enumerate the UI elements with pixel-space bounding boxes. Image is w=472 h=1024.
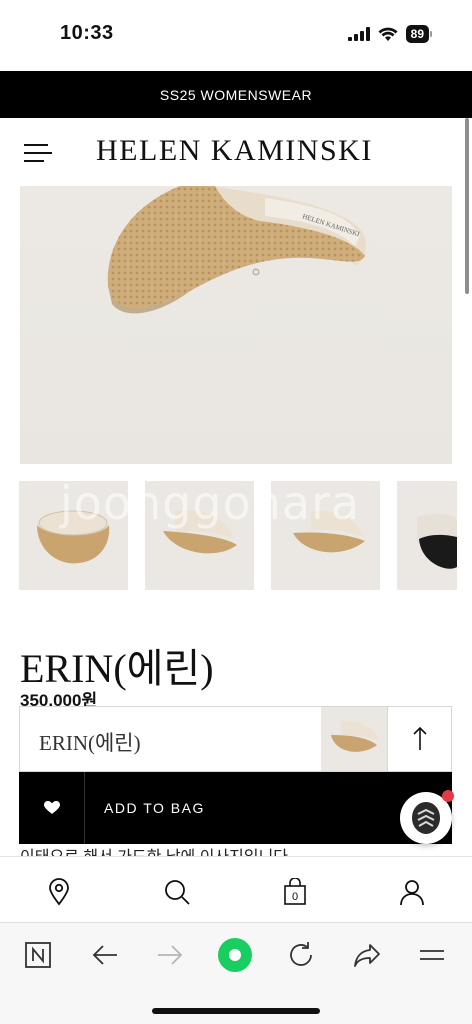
reload-icon[interactable]: [285, 939, 317, 971]
site-bottom-nav: 0: [0, 856, 472, 922]
add-to-bag-button[interactable]: ADD TO BAG: [104, 800, 205, 816]
site-header: HELEN KAMINSKI: [0, 118, 472, 186]
thumbnail-4-black[interactable]: [397, 481, 457, 590]
visor-thumb-black: [417, 514, 457, 569]
status-bar: 10:33 89: [0, 0, 472, 70]
bag-count: 0: [292, 891, 298, 903]
user-icon[interactable]: [397, 877, 427, 907]
thumbnail-1[interactable]: [19, 481, 128, 590]
battery-tip: [430, 31, 432, 37]
sticky-product-name: ERIN(에린): [39, 731, 141, 755]
home-indicator[interactable]: [152, 1008, 320, 1014]
product-hero-image[interactable]: HELEN KAMINSKI: [20, 186, 452, 464]
green-home-icon[interactable]: [216, 936, 254, 974]
add-to-bag-bar: ADD TO BAG: [19, 772, 452, 844]
sticky-product-thumbnail: [321, 707, 387, 771]
visor-thumb-front: [37, 510, 110, 564]
visor-thumb-side: [163, 510, 237, 554]
sticky-visor-thumb: [331, 720, 379, 752]
promo-banner[interactable]: SS25 WOMENSWEAR: [0, 71, 472, 118]
chat-widget-button[interactable]: [400, 790, 454, 844]
signal-icon: [347, 27, 370, 41]
wifi-icon: [378, 27, 398, 41]
location-pin-icon[interactable]: [44, 877, 74, 907]
forward-arrow-icon[interactable]: [154, 939, 186, 971]
brand-logo[interactable]: HELEN KAMINSKI: [96, 134, 373, 168]
back-arrow-icon[interactable]: [89, 939, 121, 971]
search-icon[interactable]: [162, 877, 192, 907]
thumbnail-3[interactable]: [271, 481, 380, 590]
page-scrollbar[interactable]: [465, 118, 469, 294]
heart-icon: [43, 801, 60, 814]
arrow-up-icon: [413, 726, 427, 750]
thumbnail-strip: [0, 481, 472, 591]
status-time: 10:33: [60, 22, 114, 44]
share-icon[interactable]: [351, 939, 383, 971]
battery-indicator: 89: [405, 25, 429, 43]
wishlist-button[interactable]: [19, 772, 85, 844]
promo-banner-text: SS25 WOMENSWEAR: [159, 86, 313, 103]
visor-illustration: HELEN KAMINSKI: [107, 186, 366, 314]
sticky-product-bar: ERIN(에린): [19, 706, 452, 772]
notification-dot: [442, 790, 454, 802]
shopping-bag-icon[interactable]: 0: [280, 877, 310, 907]
status-icons: 89: [347, 25, 432, 43]
hamburger-menu-icon[interactable]: [24, 144, 52, 162]
chat-mascot-icon: [412, 802, 440, 834]
menu-icon[interactable]: [416, 939, 448, 971]
naver-n-icon[interactable]: [22, 939, 54, 971]
visor-thumb-back: [293, 510, 365, 553]
scroll-to-top-button[interactable]: [387, 707, 452, 771]
thumbnail-2[interactable]: [145, 481, 254, 590]
